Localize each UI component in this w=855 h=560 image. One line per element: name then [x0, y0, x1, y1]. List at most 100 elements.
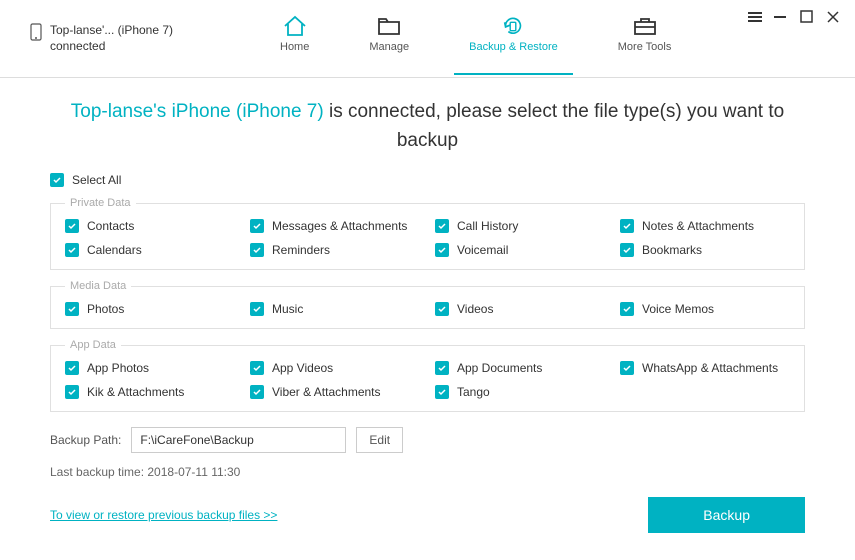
- nav-tools-label: More Tools: [618, 41, 672, 53]
- option-app-photos: App Photos: [65, 361, 235, 375]
- checkbox[interactable]: [250, 219, 264, 233]
- checkbox[interactable]: [250, 385, 264, 399]
- topbar: Top-lanse'... (iPhone 7) connected Home …: [0, 0, 855, 78]
- option-contacts: Contacts: [65, 219, 235, 233]
- option-label: WhatsApp & Attachments: [642, 361, 778, 375]
- option-label: Call History: [457, 219, 518, 233]
- checkbox[interactable]: [65, 385, 79, 399]
- option-label: Voice Memos: [642, 302, 714, 316]
- checkbox[interactable]: [435, 361, 449, 375]
- select-all-row: Select All: [50, 173, 805, 187]
- option-messages-attachments: Messages & Attachments: [250, 219, 420, 233]
- headline-device: Top-lanse's iPhone (iPhone 7): [71, 101, 324, 122]
- option-label: Photos: [87, 302, 124, 316]
- group-app-data: App Data App Photos App Videos App Documen…: [50, 339, 805, 412]
- device-name: Top-lanse'... (iPhone 7): [50, 23, 173, 39]
- phone-icon: [30, 23, 42, 46]
- checkbox[interactable]: [65, 361, 79, 375]
- bottom-row: To view or restore previous backup files…: [50, 497, 805, 533]
- checkbox[interactable]: [250, 361, 264, 375]
- nav-backup-restore[interactable]: Backup & Restore: [469, 15, 558, 63]
- option-kik-attachments: Kik & Attachments: [65, 385, 235, 399]
- select-all-checkbox[interactable]: [50, 173, 64, 187]
- option-notes-attachments: Notes & Attachments: [620, 219, 790, 233]
- backup-path-input[interactable]: [131, 427, 346, 453]
- option-whatsapp-attachments: WhatsApp & Attachments: [620, 361, 790, 375]
- group-media-title: Media Data: [65, 280, 131, 292]
- option-label: Calendars: [87, 243, 142, 257]
- option-tango: Tango: [435, 385, 605, 399]
- checkbox[interactable]: [65, 219, 79, 233]
- option-call-history: Call History: [435, 219, 605, 233]
- nav-backup-label: Backup & Restore: [469, 41, 558, 53]
- checkbox[interactable]: [435, 243, 449, 257]
- option-photos: Photos: [65, 302, 235, 316]
- checkbox[interactable]: [620, 219, 634, 233]
- folder-icon: [376, 15, 402, 37]
- toolbox-icon: [632, 15, 658, 37]
- group-media-data: Media Data Photos Music Videos Voice Memos: [50, 280, 805, 329]
- view-restore-link[interactable]: To view or restore previous backup files…: [50, 508, 277, 522]
- backup-path-label: Backup Path:: [50, 433, 121, 447]
- option-label: Reminders: [272, 243, 330, 257]
- option-voice-memos: Voice Memos: [620, 302, 790, 316]
- option-label: App Documents: [457, 361, 542, 375]
- option-label: Voicemail: [457, 243, 508, 257]
- checkbox[interactable]: [620, 361, 634, 375]
- checkbox[interactable]: [620, 302, 634, 316]
- edit-button[interactable]: Edit: [356, 427, 403, 453]
- backup-path-row: Backup Path: Edit: [50, 427, 805, 453]
- option-app-documents: App Documents: [435, 361, 605, 375]
- checkbox[interactable]: [65, 302, 79, 316]
- backup-button[interactable]: Backup: [648, 497, 805, 533]
- nav-home[interactable]: Home: [280, 15, 309, 63]
- group-private-title: Private Data: [65, 197, 136, 209]
- minimize-icon[interactable]: [774, 10, 788, 24]
- option-voicemail: Voicemail: [435, 243, 605, 257]
- headline: Top-lanse's iPhone (iPhone 7) is connect…: [50, 98, 805, 155]
- option-music: Music: [250, 302, 420, 316]
- home-icon: [282, 15, 308, 37]
- option-label: Kik & Attachments: [87, 385, 184, 399]
- content: Top-lanse's iPhone (iPhone 7) is connect…: [0, 78, 855, 548]
- checkbox[interactable]: [250, 302, 264, 316]
- group-private-data: Private Data Contacts Messages & Attachme…: [50, 197, 805, 270]
- window-controls: [748, 10, 840, 24]
- option-label: Notes & Attachments: [642, 219, 754, 233]
- headline-suffix: is connected, please select the file typ…: [324, 101, 784, 151]
- option-app-videos: App Videos: [250, 361, 420, 375]
- restore-icon: [500, 15, 526, 37]
- option-label: App Videos: [272, 361, 333, 375]
- last-backup-time: Last backup time: 2018-07-11 11:30: [50, 465, 805, 479]
- nav-home-label: Home: [280, 41, 309, 53]
- checkbox[interactable]: [620, 243, 634, 257]
- device-status: connected: [50, 39, 173, 55]
- group-app-title: App Data: [65, 339, 121, 351]
- checkbox[interactable]: [250, 243, 264, 257]
- option-bookmarks: Bookmarks: [620, 243, 790, 257]
- checkbox[interactable]: [435, 385, 449, 399]
- option-label: Messages & Attachments: [272, 219, 407, 233]
- device-indicator: Top-lanse'... (iPhone 7) connected: [30, 23, 230, 54]
- checkbox[interactable]: [435, 219, 449, 233]
- checkbox[interactable]: [435, 302, 449, 316]
- option-label: Contacts: [87, 219, 134, 233]
- nav-manage[interactable]: Manage: [369, 15, 409, 63]
- option-label: App Photos: [87, 361, 149, 375]
- nav-manage-label: Manage: [369, 41, 409, 53]
- option-label: Tango: [457, 385, 490, 399]
- option-label: Music: [272, 302, 303, 316]
- option-label: Videos: [457, 302, 493, 316]
- option-label: Viber & Attachments: [272, 385, 381, 399]
- option-calendars: Calendars: [65, 243, 235, 257]
- nav-more-tools[interactable]: More Tools: [618, 15, 672, 63]
- option-videos: Videos: [435, 302, 605, 316]
- nav: Home Manage Backup & Restore More Tools: [280, 15, 671, 63]
- option-label: Bookmarks: [642, 243, 702, 257]
- maximize-icon[interactable]: [800, 10, 814, 24]
- checkbox[interactable]: [65, 243, 79, 257]
- close-icon[interactable]: [826, 10, 840, 24]
- option-reminders: Reminders: [250, 243, 420, 257]
- option-viber-attachments: Viber & Attachments: [250, 385, 420, 399]
- menu-icon[interactable]: [748, 10, 762, 24]
